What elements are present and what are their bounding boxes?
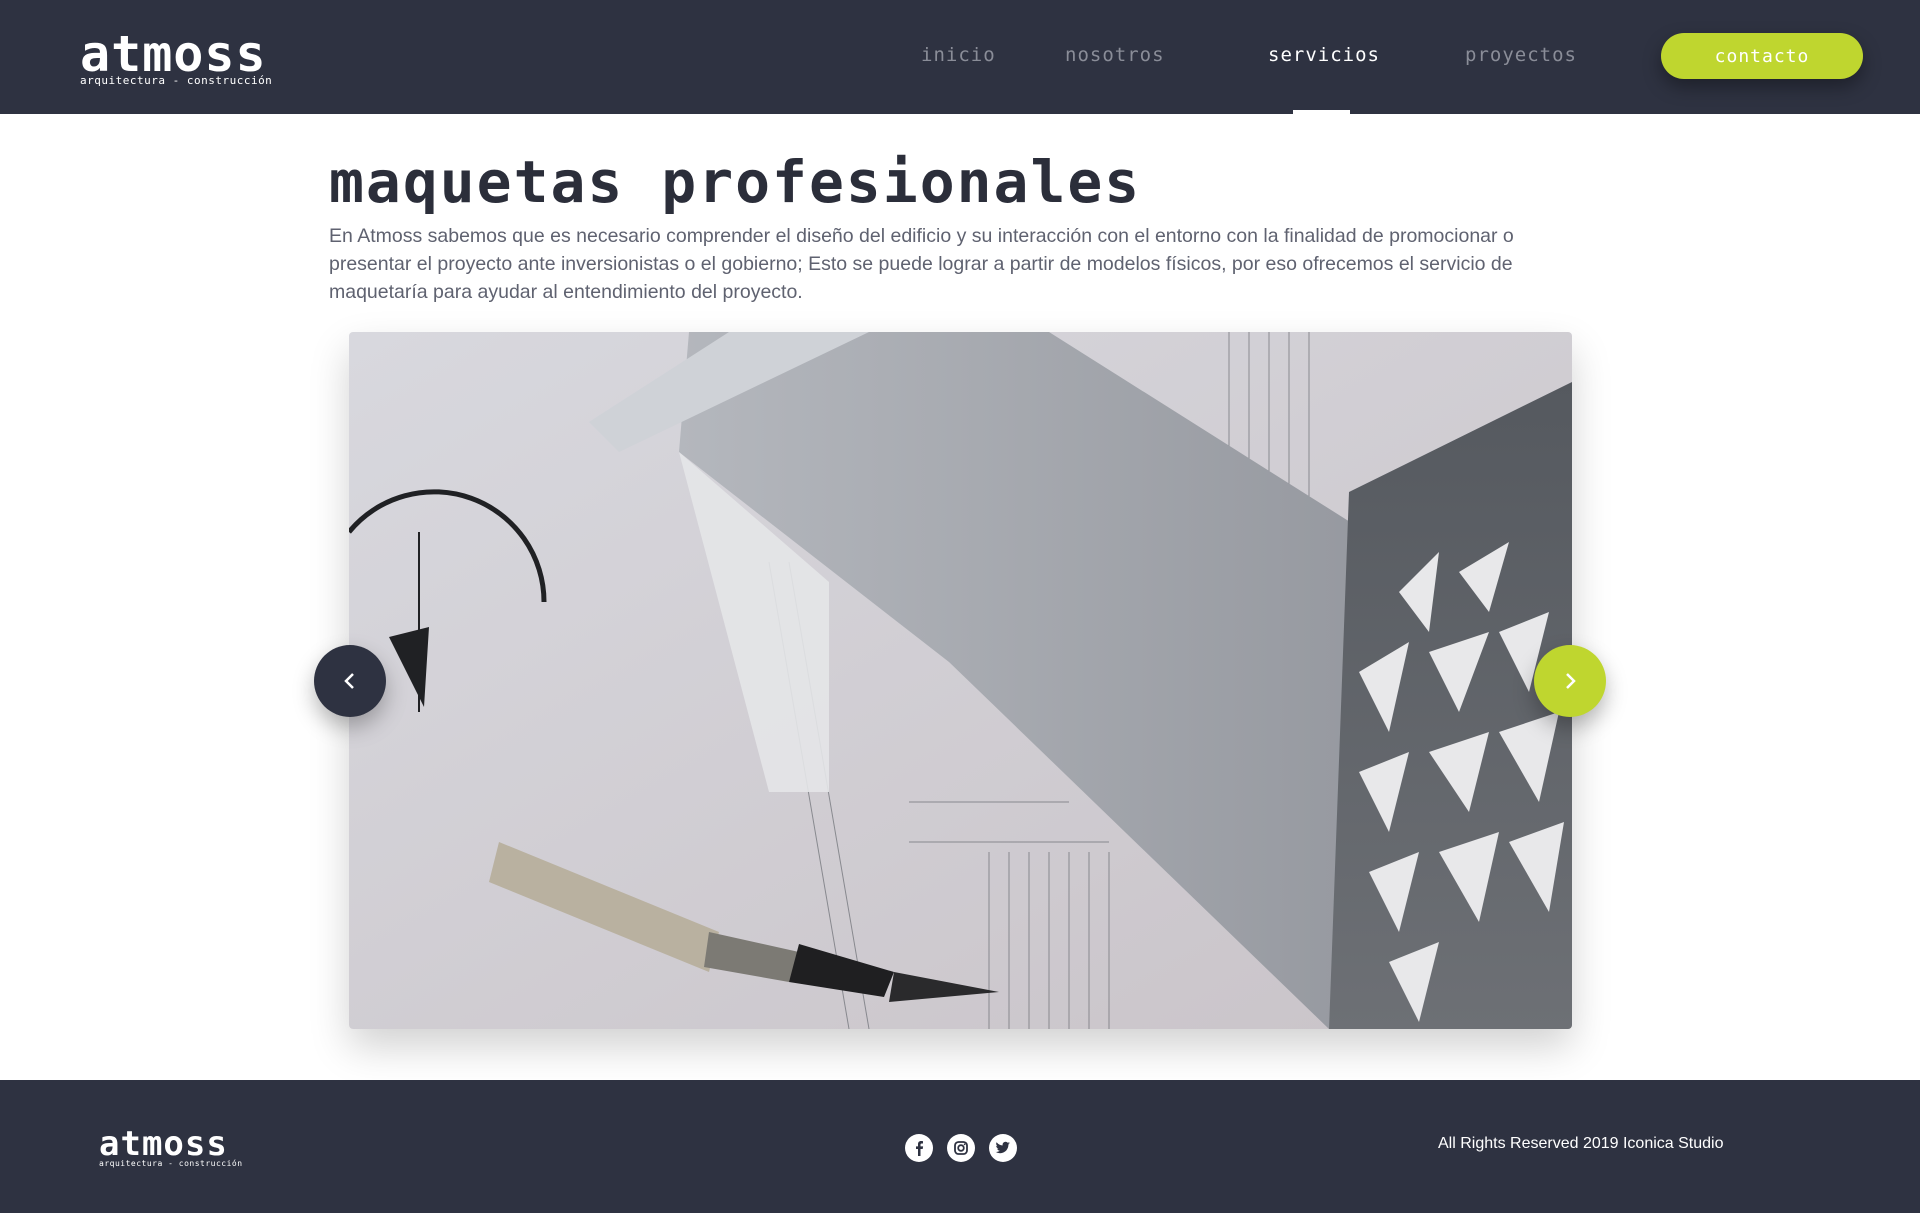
twitter-icon[interactable] xyxy=(989,1134,1017,1162)
nav-item-nosotros[interactable]: nosotros xyxy=(1065,44,1165,66)
page-title: maquetas profesionales xyxy=(329,148,1142,216)
facebook-icon[interactable] xyxy=(905,1134,933,1162)
site-header: atmoss arquitectura - construcción inici… xyxy=(0,0,1920,114)
active-nav-indicator xyxy=(1293,110,1350,114)
footer-logo-tagline: arquitectura - construcción xyxy=(99,1159,243,1168)
instagram-icon[interactable] xyxy=(947,1134,975,1162)
slide-image xyxy=(349,332,1572,1029)
page-description: En Atmoss sabemos que es necesario compr… xyxy=(329,225,1514,303)
page: atmoss arquitectura - construcción inici… xyxy=(0,0,1920,1213)
slider-next-button[interactable] xyxy=(1534,645,1606,717)
image-slider[interactable] xyxy=(349,332,1572,1029)
copyright-text: All Rights Reserved 2019 Iconica Studio xyxy=(1438,1135,1724,1152)
contact-button[interactable]: contacto xyxy=(1661,33,1863,79)
chevron-left-icon xyxy=(344,673,354,689)
nav-item-proyectos[interactable]: proyectos xyxy=(1465,44,1577,66)
social-links xyxy=(905,1134,1017,1162)
nav-item-inicio[interactable]: inicio xyxy=(921,44,996,66)
slider-prev-button[interactable] xyxy=(314,645,386,717)
footer-logo[interactable]: atmoss arquitectura - construcción xyxy=(99,1124,243,1168)
main-nav: inicio nosotros servicios proyectos xyxy=(0,0,1920,114)
nav-item-servicios[interactable]: servicios xyxy=(1268,44,1380,66)
chevron-right-icon xyxy=(1566,673,1576,689)
footer-logo-wordmark: atmoss xyxy=(99,1124,228,1164)
